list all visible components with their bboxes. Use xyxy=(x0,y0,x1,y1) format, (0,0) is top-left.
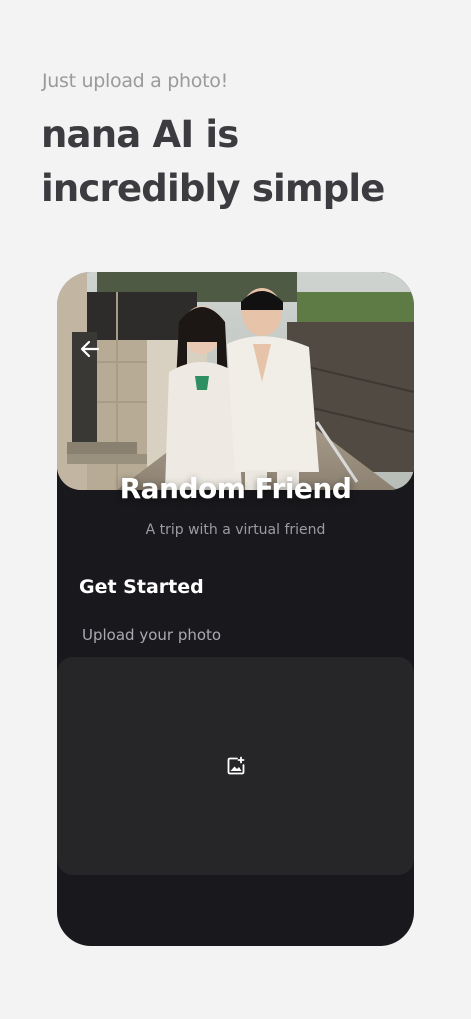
photo-upload-area[interactable] xyxy=(57,657,414,875)
upload-label: Upload your photo xyxy=(82,626,222,644)
screen-title: Random Friend xyxy=(119,472,352,505)
add-image-icon xyxy=(226,756,246,776)
screen-subtitle: A trip with a virtual friend xyxy=(145,522,326,538)
hero-photo xyxy=(57,272,414,490)
get-started-heading: Get Started xyxy=(79,576,204,598)
promo-headline: nana AI is incredibly simple xyxy=(41,113,385,210)
phone-mockup: Random Friend A trip with a virtual frie… xyxy=(57,272,414,946)
promo-page: Just upload a photo! nana AI is incredib… xyxy=(0,0,471,1019)
couple-photo-illustration xyxy=(57,272,414,490)
arrow-left-icon xyxy=(80,340,100,358)
promo-eyebrow: Just upload a photo! xyxy=(42,70,228,92)
back-button[interactable] xyxy=(79,338,101,360)
